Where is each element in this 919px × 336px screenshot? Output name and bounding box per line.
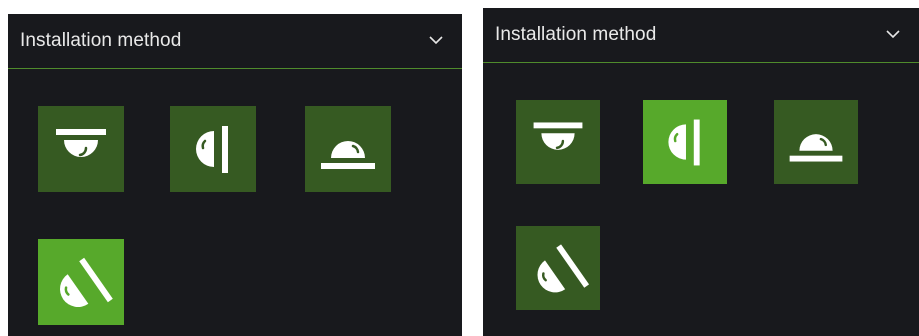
ceiling-mount-icon [533, 122, 583, 150]
ceiling-mount-icon [56, 129, 106, 157]
wall-mount-option[interactable] [643, 100, 727, 184]
installation-method-panel-right: Installation method [483, 8, 919, 336]
wall-mount-icon [196, 126, 228, 173]
tilted-wall-mount-icon [537, 244, 590, 293]
installation-method-dropdown[interactable]: Installation method [483, 8, 919, 63]
floor-mount-icon [789, 134, 843, 162]
tilted-wall-mount-icon [60, 257, 113, 307]
tilted-wall-mount-option[interactable] [38, 239, 124, 325]
floor-mount-option[interactable] [774, 100, 858, 184]
chevron-down-icon[interactable] [428, 32, 444, 48]
chevron-down-icon[interactable] [885, 26, 901, 42]
floor-mount-icon [321, 141, 375, 169]
wall-mount-option[interactable] [170, 106, 256, 192]
floor-mount-option[interactable] [305, 106, 391, 192]
installation-method-panel-left: Installation method [8, 14, 462, 336]
section-title: Installation method [20, 30, 182, 51]
ceiling-mount-option[interactable] [516, 100, 600, 184]
section-title: Installation method [495, 24, 657, 45]
ceiling-mount-option[interactable] [38, 106, 124, 192]
installation-method-dropdown[interactable]: Installation method [8, 14, 462, 69]
tilted-wall-mount-option[interactable] [516, 226, 600, 310]
wall-mount-icon [668, 119, 700, 166]
